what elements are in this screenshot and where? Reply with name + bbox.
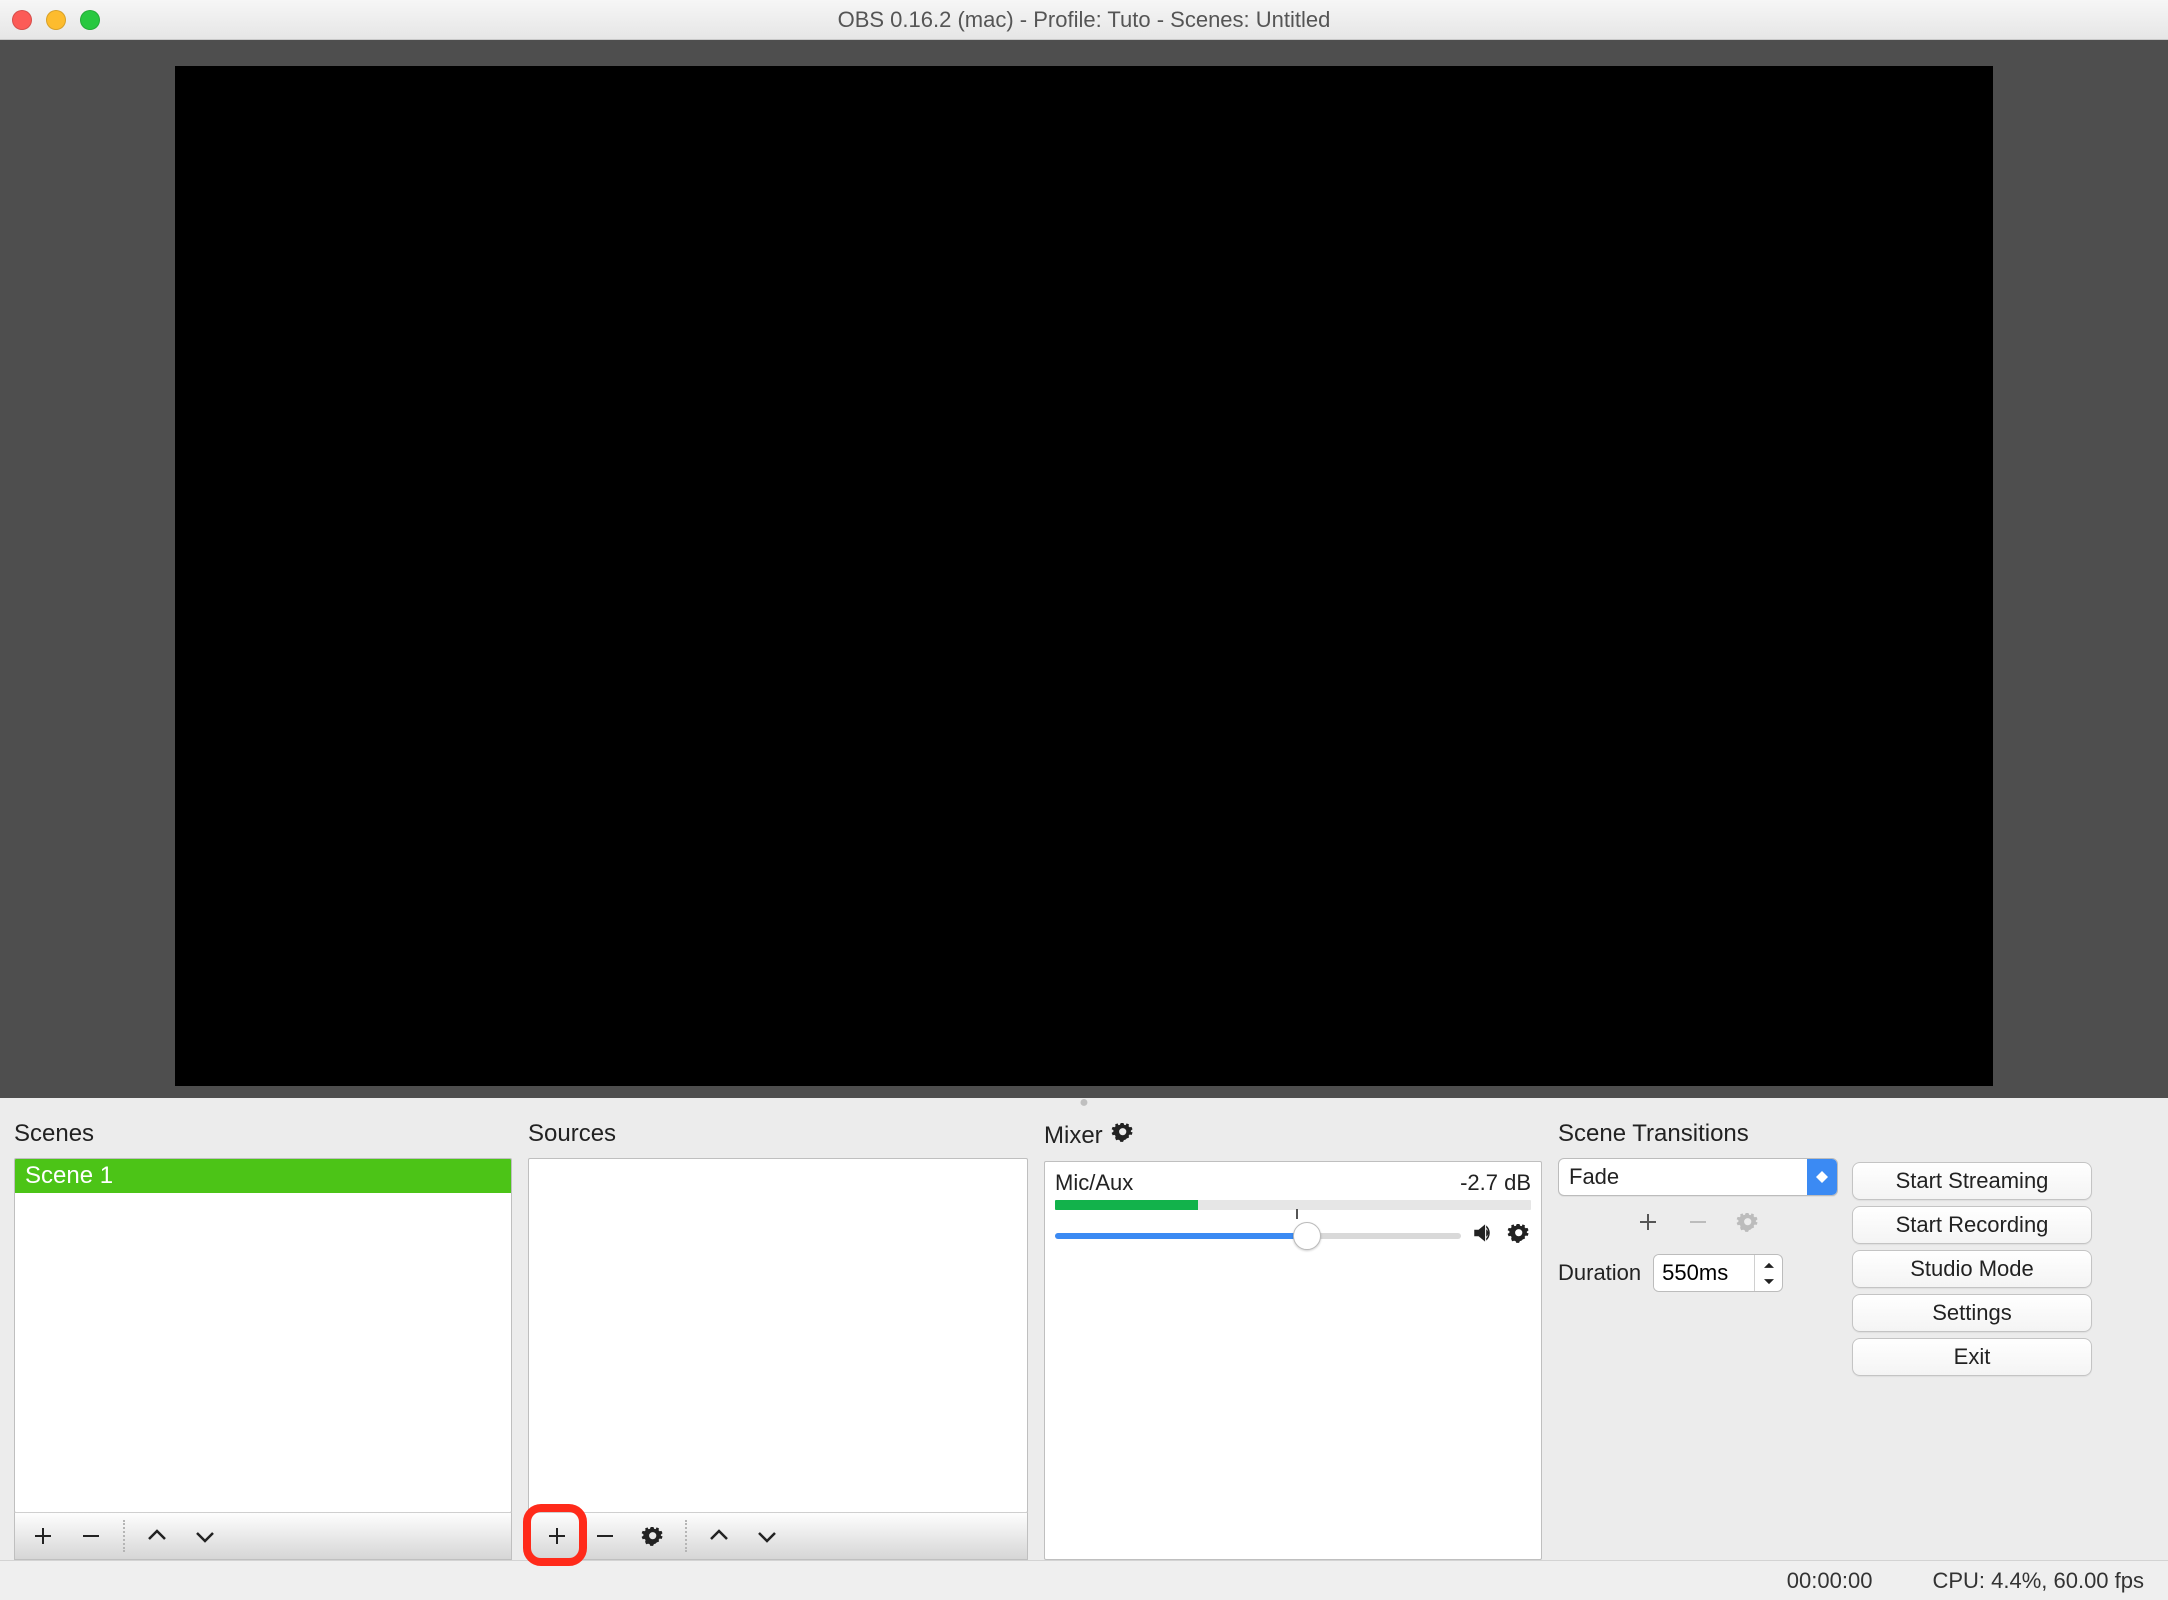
sources-list[interactable] xyxy=(528,1158,1028,1513)
add-transition-button[interactable] xyxy=(1636,1210,1660,1240)
mixer-title: Mixer xyxy=(1044,1116,1542,1161)
mixer-title-label: Mixer xyxy=(1044,1122,1103,1150)
studio-mode-button[interactable]: Studio Mode xyxy=(1852,1250,2092,1288)
add-scene-button[interactable] xyxy=(23,1516,63,1556)
preview-area xyxy=(0,40,2168,1098)
status-bar: 00:00:00 CPU: 4.4%, 60.00 fps xyxy=(0,1560,2168,1600)
move-scene-up-button[interactable] xyxy=(137,1516,177,1556)
vu-meter xyxy=(1055,1200,1531,1210)
move-source-up-button[interactable] xyxy=(699,1516,739,1556)
resize-grip-icon[interactable]: ● xyxy=(0,1098,2168,1110)
mixer-settings-icon[interactable] xyxy=(1111,1120,1135,1151)
move-source-down-button[interactable] xyxy=(747,1516,787,1556)
transition-select[interactable]: Fade xyxy=(1558,1158,1838,1196)
scenes-toolbar xyxy=(14,1512,512,1560)
remove-source-button[interactable] xyxy=(585,1516,625,1556)
duration-label: Duration xyxy=(1558,1260,1641,1286)
duration-input[interactable] xyxy=(1654,1255,1754,1291)
separator xyxy=(685,1520,687,1552)
minimize-window-icon[interactable] xyxy=(46,10,66,30)
mixer-box: Mic/Aux -2.7 dB xyxy=(1044,1161,1542,1560)
window-title: OBS 0.16.2 (mac) - Profile: Tuto - Scene… xyxy=(0,7,2168,33)
transitions-title: Scene Transitions xyxy=(1558,1116,1838,1158)
separator xyxy=(123,1520,125,1552)
duration-spinbox[interactable] xyxy=(1653,1254,1783,1292)
sources-toolbar xyxy=(528,1512,1028,1560)
mixer-panel: Mixer Mic/Aux -2.7 dB xyxy=(1044,1116,1542,1560)
status-cpu: CPU: 4.4%, 60.00 fps xyxy=(1932,1568,2144,1594)
sources-panel: Sources xyxy=(528,1116,1028,1560)
transition-selected: Fade xyxy=(1559,1164,1807,1190)
status-time: 00:00:00 xyxy=(1787,1568,1873,1594)
transition-settings-icon[interactable] xyxy=(1736,1210,1760,1240)
duration-step-up[interactable] xyxy=(1755,1255,1782,1273)
add-source-button[interactable] xyxy=(537,1516,577,1556)
select-caret-icon xyxy=(1807,1159,1837,1195)
zoom-window-icon[interactable] xyxy=(80,10,100,30)
duration-step-down[interactable] xyxy=(1755,1273,1782,1291)
window-controls xyxy=(12,10,100,30)
mixer-channel-name: Mic/Aux xyxy=(1055,1170,1133,1196)
title-bar: OBS 0.16.2 (mac) - Profile: Tuto - Scene… xyxy=(0,0,2168,40)
scene-item[interactable]: Scene 1 xyxy=(15,1159,511,1193)
transitions-panel: Scene Transitions Fade Duration xyxy=(1558,1116,1838,1560)
remove-scene-button[interactable] xyxy=(71,1516,111,1556)
control-buttons: Start Streaming Start Recording Studio M… xyxy=(1852,1116,2092,1560)
remove-transition-button[interactable] xyxy=(1686,1210,1710,1240)
channel-settings-icon[interactable] xyxy=(1507,1221,1531,1251)
close-window-icon[interactable] xyxy=(12,10,32,30)
settings-button[interactable]: Settings xyxy=(1852,1294,2092,1332)
scenes-list[interactable]: Scene 1 xyxy=(14,1158,512,1513)
speaker-icon[interactable] xyxy=(1471,1220,1497,1252)
mixer-channel-level: -2.7 dB xyxy=(1460,1170,1531,1196)
scenes-title: Scenes xyxy=(14,1116,512,1158)
move-scene-down-button[interactable] xyxy=(185,1516,225,1556)
scenes-panel: Scenes Scene 1 xyxy=(14,1116,512,1560)
source-properties-button[interactable] xyxy=(633,1516,673,1556)
video-preview[interactable] xyxy=(175,66,1993,1086)
volume-slider[interactable] xyxy=(1055,1233,1461,1239)
sources-title: Sources xyxy=(528,1116,1028,1158)
exit-button[interactable]: Exit xyxy=(1852,1338,2092,1376)
start-recording-button[interactable]: Start Recording xyxy=(1852,1206,2092,1244)
start-streaming-button[interactable]: Start Streaming xyxy=(1852,1162,2092,1200)
